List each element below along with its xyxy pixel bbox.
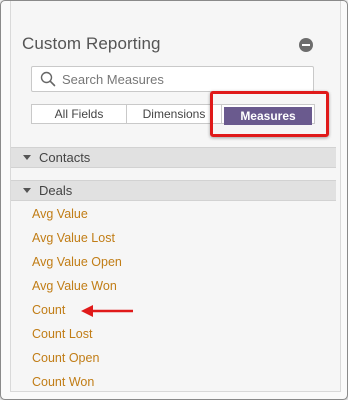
tab-all-fields[interactable]: All Fields — [32, 105, 127, 123]
search-icon — [40, 71, 56, 87]
caret-down-icon — [23, 155, 31, 160]
field-item[interactable]: Avg Value Won — [32, 279, 117, 293]
field-item[interactable]: Count Lost — [32, 327, 92, 341]
field-item[interactable]: Avg Value Lost — [32, 231, 115, 245]
section-label: Contacts — [39, 150, 91, 165]
search-input[interactable] — [62, 69, 302, 89]
collapse-icon[interactable] — [299, 38, 313, 52]
search-box[interactable] — [31, 66, 314, 92]
field-item-count[interactable]: Count — [32, 303, 65, 317]
field-item[interactable]: Avg Value Open — [32, 255, 122, 269]
field-item[interactable]: Count Open — [32, 351, 99, 365]
field-item[interactable]: Avg Value — [32, 207, 88, 221]
annotation-arrow-icon — [81, 305, 133, 317]
section-contacts[interactable]: Contacts — [11, 147, 336, 168]
caret-down-icon — [23, 188, 31, 193]
field-item[interactable]: Count Won — [32, 375, 94, 389]
tab-dimensions[interactable]: Dimensions — [127, 105, 222, 123]
screenshot-frame: Custom Reporting All Fields Dimensions M… — [0, 0, 348, 400]
section-label: Deals — [39, 183, 73, 198]
section-deals[interactable]: Deals — [11, 180, 336, 201]
annotation-highlight-box — [210, 91, 329, 137]
panel-title: Custom Reporting — [22, 34, 161, 53]
